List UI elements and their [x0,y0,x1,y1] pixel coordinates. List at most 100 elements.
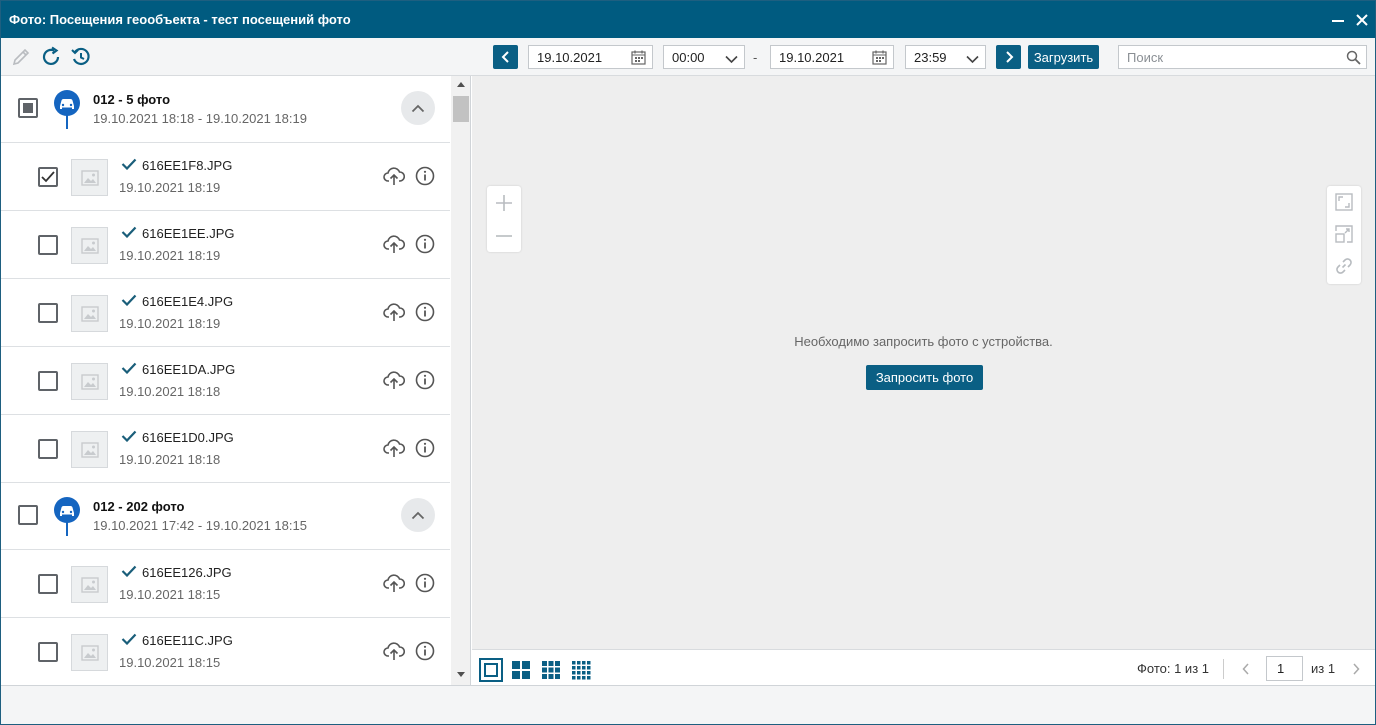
info-icon[interactable] [413,300,437,324]
file-name: 616EE1DA.JPG [142,362,236,377]
upload-cloud-icon[interactable] [382,639,406,663]
upload-cloud-icon[interactable] [382,571,406,595]
group-range: 19.10.2021 17:42 - 19.10.2021 18:15 [93,518,307,533]
date-to-field[interactable]: 19.10.2021 [770,45,894,69]
check-icon [121,294,137,309]
upload-cloud-icon[interactable] [382,232,406,256]
image-placeholder-icon[interactable] [71,431,108,468]
layout-2x2-icon[interactable] [509,658,533,682]
fullscreen-icon[interactable] [1327,186,1361,218]
item-checkbox[interactable] [38,574,58,594]
info-icon[interactable] [413,232,437,256]
list-item[interactable]: 616EE1E4.JPG 19.10.2021 18:19 [1,279,450,347]
scroll-up-icon[interactable] [451,76,470,92]
upload-cloud-icon[interactable] [382,368,406,392]
history-icon[interactable] [69,45,93,69]
file-name: 616EE11C.JPG [142,633,233,648]
zoom-out-icon[interactable] [487,219,521,252]
item-checkbox[interactable] [38,642,58,662]
close-icon[interactable] [1351,9,1373,31]
check-icon [121,226,137,241]
chevron-up-icon[interactable] [401,91,435,125]
viewer-message: Необходимо запросить фото с устройства. [794,334,1053,349]
calendar-icon[interactable] [872,50,887,68]
calendar-icon[interactable] [631,50,646,68]
link-icon[interactable] [1327,250,1361,282]
load-button[interactable]: Загрузить [1028,45,1099,69]
file-name: 616EE1D0.JPG [142,430,234,445]
item-checkbox[interactable] [38,439,58,459]
item-checkbox[interactable] [38,167,58,187]
info-icon[interactable] [413,436,437,460]
group-checkbox[interactable] [18,98,38,118]
zoom-in-icon[interactable] [487,186,521,219]
scroll-down-icon[interactable] [451,666,470,682]
vehicle-pin-icon [53,89,81,132]
info-icon[interactable] [413,164,437,188]
list-item[interactable]: 616EE11C.JPG 19.10.2021 18:15 [1,618,450,685]
page-input[interactable]: 1 [1266,656,1303,681]
info-icon[interactable] [413,571,437,595]
file-time: 19.10.2021 18:18 [119,452,221,467]
refresh-icon[interactable] [39,45,63,69]
item-checkbox[interactable] [38,303,58,323]
chevron-down-icon [725,52,738,67]
file-name: 616EE1EE.JPG [142,226,235,241]
window-title: Фото: Посещения геообъекта - тест посеще… [9,12,351,27]
info-icon[interactable] [413,368,437,392]
prev-page-icon[interactable] [1238,660,1254,678]
image-placeholder-icon[interactable] [71,227,108,264]
search-icon[interactable] [1346,50,1361,68]
image-placeholder-icon[interactable] [71,634,108,671]
list-item[interactable]: 616EE1F8.JPG 19.10.2021 18:19 [1,143,450,211]
toolbar: 19.10.2021 00:00 - 19.10.2021 23:59 Загр… [1,38,1375,76]
range-separator: - [753,50,758,65]
photo-count: Фото: 1 из 1 [1137,661,1209,676]
file-name: 616EE126.JPG [142,565,232,580]
info-icon[interactable] [413,639,437,663]
group-header[interactable]: 012 - 202 фото 19.10.2021 17:42 - 19.10.2… [1,483,450,550]
layout-1x1-icon[interactable] [479,658,503,682]
upload-cloud-icon[interactable] [382,300,406,324]
list-item[interactable]: 616EE1EE.JPG 19.10.2021 18:19 [1,211,450,279]
check-icon [121,565,137,580]
photo-window: Фото: Посещения геообъекта - тест посеще… [0,0,1376,725]
item-checkbox[interactable] [38,371,58,391]
list-scrollbar[interactable] [451,76,470,685]
date-from-field[interactable]: 19.10.2021 [528,45,653,69]
list-item[interactable]: 616EE1DA.JPG 19.10.2021 18:18 [1,347,450,415]
request-photo-button[interactable]: Запросить фото [866,365,983,390]
layout-3x3-icon[interactable] [539,658,563,682]
file-time: 19.10.2021 18:15 [119,655,221,670]
list-item[interactable]: 616EE1D0.JPG 19.10.2021 18:18 [1,415,450,483]
image-placeholder-icon[interactable] [71,566,108,603]
upload-cloud-icon[interactable] [382,164,406,188]
layout-4x4-icon[interactable] [569,658,593,682]
search-input[interactable] [1119,46,1339,68]
time-to-select[interactable]: 23:59 [905,45,986,69]
image-placeholder-icon[interactable] [71,295,108,332]
check-icon [121,158,137,173]
group-header[interactable]: 012 - 5 фото 19.10.2021 18:18 - 19.10.202… [1,76,450,143]
scroll-thumb[interactable] [453,96,469,122]
prev-date-button[interactable] [493,45,518,69]
list-item[interactable]: 616EE126.JPG 19.10.2021 18:15 [1,550,450,618]
file-time: 19.10.2021 18:19 [119,180,221,195]
file-time: 19.10.2021 18:18 [119,384,221,399]
item-checkbox[interactable] [38,235,58,255]
next-page-icon[interactable] [1348,660,1364,678]
file-time: 19.10.2021 18:19 [119,316,221,331]
chevron-up-icon[interactable] [401,498,435,532]
next-date-button[interactable] [996,45,1021,69]
window-footer [1,685,1375,724]
fit-screen-icon[interactable] [1327,218,1361,250]
pencil-icon[interactable] [9,45,33,69]
file-time: 19.10.2021 18:19 [119,248,221,263]
minimize-icon[interactable] [1327,9,1349,31]
image-placeholder-icon[interactable] [71,363,108,400]
image-placeholder-icon[interactable] [71,159,108,196]
upload-cloud-icon[interactable] [382,436,406,460]
viewer-tools [1327,186,1361,284]
group-checkbox[interactable] [18,505,38,525]
time-from-select[interactable]: 00:00 [663,45,745,69]
